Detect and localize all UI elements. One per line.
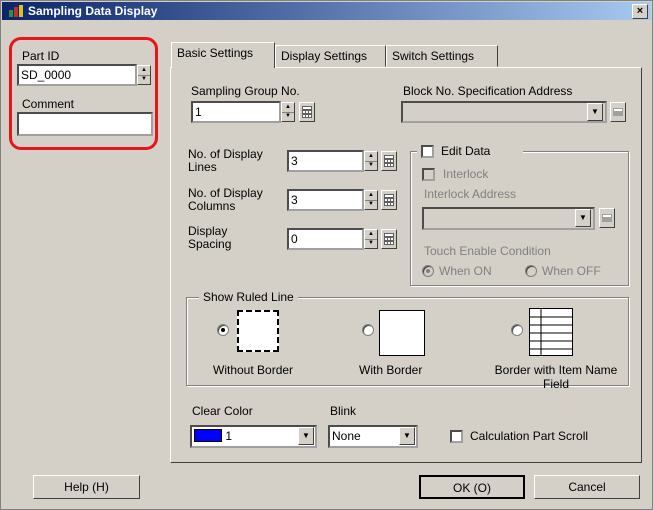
when-off-radio[interactable]	[525, 265, 537, 277]
tab-switch-settings[interactable]: Switch Settings	[386, 45, 498, 67]
sampling-group-spinner[interactable]: ▲ ▼	[281, 102, 295, 122]
display-columns-input[interactable]: 3	[287, 189, 364, 211]
sampling-group-label: Sampling Group No.	[191, 84, 300, 98]
clear-color-value: 1	[225, 429, 233, 443]
chevron-down-icon[interactable]: ▼	[587, 103, 603, 121]
chevron-down-icon[interactable]: ▼	[575, 209, 591, 227]
with-border-radio[interactable]	[362, 324, 374, 336]
ruled-line-legend: Show Ruled Line	[199, 290, 298, 304]
address-picker-icon[interactable]	[599, 208, 615, 228]
cancel-button[interactable]: Cancel	[534, 475, 640, 499]
spin-down-icon[interactable]: ▼	[365, 161, 377, 170]
ok-button[interactable]: OK (O)	[419, 475, 525, 499]
without-border-icon[interactable]	[237, 310, 279, 352]
display-spacing-input[interactable]: 0	[287, 228, 364, 250]
spin-down-icon[interactable]: ▼	[282, 112, 294, 121]
when-on-radio[interactable]	[422, 265, 434, 277]
address-picker-icon[interactable]	[610, 102, 626, 122]
calculator-icon[interactable]	[381, 190, 397, 210]
sampling-group-input[interactable]: 1	[191, 101, 281, 123]
calculator-icon[interactable]	[381, 229, 397, 249]
interlock-label: Interlock	[443, 167, 489, 181]
calc-scroll-checkbox[interactable]	[450, 430, 463, 443]
window-title: Sampling Data Display	[28, 4, 158, 18]
calculator-icon[interactable]	[381, 151, 397, 171]
spin-down-icon[interactable]: ▼	[365, 200, 377, 209]
display-columns-label: No. of Display Columns	[188, 186, 263, 213]
display-columns-spinner[interactable]: ▲ ▼	[364, 190, 378, 210]
without-border-label: Without Border	[213, 363, 294, 377]
chevron-down-icon[interactable]: ▼	[399, 427, 415, 445]
tab-display-settings[interactable]: Display Settings	[275, 45, 386, 67]
edit-data-label: Edit Data	[441, 144, 491, 158]
calc-scroll-label: Calculation Part Scroll	[470, 429, 589, 443]
block-no-select[interactable]	[401, 101, 607, 123]
display-lines-input[interactable]: 3	[287, 150, 364, 172]
tab-basic-settings[interactable]: Basic Settings	[171, 42, 275, 68]
color-swatch	[194, 429, 222, 442]
with-border-icon[interactable]	[379, 310, 425, 356]
display-spacing-label: Display Spacing	[188, 224, 232, 251]
spin-down-icon[interactable]: ▼	[365, 239, 377, 248]
calculator-icon[interactable]	[299, 102, 315, 122]
highlight-annotation	[9, 37, 158, 150]
border-item-name-label: Border with Item Name Field	[494, 363, 618, 391]
when-off-label: When OFF	[542, 264, 601, 278]
display-lines-spinner[interactable]: ▲ ▼	[364, 151, 378, 171]
interlock-address-label: Interlock Address	[424, 187, 517, 201]
border-item-name-radio[interactable]	[511, 324, 523, 336]
dialog-window: Sampling Data Display × Part ID SD_0000 …	[0, 0, 653, 510]
app-icon	[9, 5, 23, 17]
interlock-address-select[interactable]	[422, 207, 595, 230]
title-bar[interactable]: Sampling Data Display ×	[2, 2, 651, 20]
chevron-down-icon[interactable]: ▼	[298, 427, 314, 445]
display-spacing-spinner[interactable]: ▲ ▼	[364, 229, 378, 249]
interlock-checkbox[interactable]	[422, 168, 435, 181]
table-grid-icon[interactable]	[529, 308, 573, 356]
block-no-label: Block No. Specification Address	[403, 84, 573, 98]
clear-color-label: Clear Color	[192, 404, 253, 418]
when-on-label: When ON	[439, 264, 492, 278]
without-border-radio[interactable]	[217, 324, 229, 336]
display-lines-label: No. of Display Lines	[188, 147, 263, 174]
help-button[interactable]: Help (H)	[33, 475, 140, 499]
blink-label: Blink	[330, 404, 357, 418]
edit-data-checkbox[interactable]	[421, 145, 434, 158]
touch-enable-label: Touch Enable Condition	[424, 244, 551, 258]
close-button[interactable]: ×	[632, 4, 648, 19]
with-border-label: With Border	[359, 363, 423, 377]
